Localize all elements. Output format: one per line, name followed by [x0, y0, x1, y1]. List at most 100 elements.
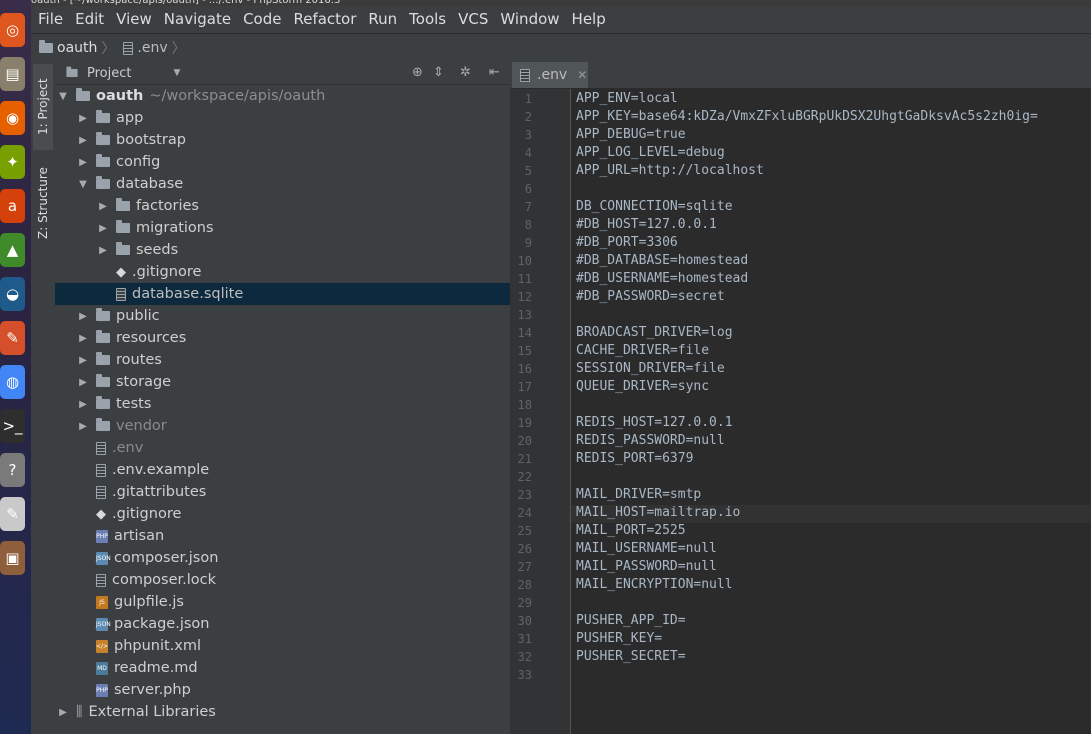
chevron-right-icon[interactable]: ▶	[78, 355, 88, 366]
menu-help[interactable]: Help	[566, 6, 612, 33]
tree-file[interactable]: JSON package.json	[55, 613, 510, 635]
mysql-workbench-icon[interactable]: ◒	[0, 277, 25, 311]
menu-window[interactable]: Window	[494, 6, 565, 33]
menu-run[interactable]: Run	[362, 6, 403, 33]
chevron-down-icon[interactable]: ▼	[78, 179, 88, 190]
tab-project[interactable]: 1: Project	[33, 64, 53, 150]
tree-file[interactable]: ◆ .gitignore	[55, 503, 510, 525]
code-line[interactable]: REDIS_PORT=6379	[576, 451, 693, 466]
chevron-right-icon[interactable]: ▶	[98, 201, 108, 212]
scroll-from-source-icon[interactable]: ⊕	[412, 65, 423, 80]
settings-gear-icon[interactable]: ✲	[460, 65, 471, 80]
tree-folder[interactable]: ▼ database	[55, 173, 510, 195]
tree-file[interactable]: JS gulpfile.js	[55, 591, 510, 613]
tab-structure[interactable]: Z: Structure	[33, 158, 53, 248]
tree-folder[interactable]: ▶ bootstrap	[55, 129, 510, 151]
chevron-right-icon[interactable]: ▶	[78, 399, 88, 410]
tree-file[interactable]: PHP artisan	[55, 525, 510, 547]
code-line[interactable]: APP_KEY=base64:kDZa/VmxZFxluBGRpUkDSX2Uh…	[576, 109, 1038, 124]
menu-view[interactable]: View	[110, 6, 158, 33]
tree-external-libraries[interactable]: ▶ ⫼ External Libraries	[55, 701, 510, 723]
code-line[interactable]: REDIS_PASSWORD=null	[576, 433, 725, 448]
code-line[interactable]: MAIL_DRIVER=smtp	[576, 487, 701, 502]
tree-file[interactable]: database.sqlite	[55, 283, 510, 305]
chevron-right-icon[interactable]: ▶	[78, 311, 88, 322]
chevron-right-icon[interactable]: ▶	[98, 245, 108, 256]
chevron-right-icon[interactable]: ▶	[78, 135, 88, 146]
text-editor-icon[interactable]: ✎	[0, 497, 25, 531]
code-line[interactable]: #DB_USERNAME=homestead	[576, 271, 748, 286]
menu-refactor[interactable]: Refactor	[287, 6, 362, 33]
menu-code[interactable]: Code	[237, 6, 287, 33]
tree-folder[interactable]: ▶ config	[55, 151, 510, 173]
tree-folder[interactable]: ▶ resources	[55, 327, 510, 349]
tree-file[interactable]: .gitattributes	[55, 481, 510, 503]
chevron-right-icon[interactable]: ▶	[78, 113, 88, 124]
code-line[interactable]: BROADCAST_DRIVER=log	[576, 325, 733, 340]
code-line[interactable]: #DB_DATABASE=homestead	[576, 253, 748, 268]
ubuntu-icon[interactable]: ◎	[0, 13, 25, 47]
firefox-icon[interactable]: ◉	[0, 101, 25, 135]
menu-vcs[interactable]: VCS	[452, 6, 494, 33]
tree-file[interactable]: composer.lock	[55, 569, 510, 591]
tree-folder[interactable]: ▶ routes	[55, 349, 510, 371]
menu-edit[interactable]: Edit	[69, 6, 110, 33]
postman-icon[interactable]: ✎	[0, 321, 25, 355]
tree-file[interactable]: JSON composer.json	[55, 547, 510, 569]
code-line[interactable]: APP_LOG_LEVEL=debug	[576, 145, 725, 160]
code-line[interactable]: MAIL_PORT=2525	[576, 523, 686, 538]
breadcrumb-project[interactable]: oauth	[31, 40, 101, 56]
tree-folder[interactable]: ▶ factories	[55, 195, 510, 217]
tree-folder[interactable]: ▶ app	[55, 107, 510, 129]
android-studio-icon[interactable]: ▲	[0, 233, 25, 267]
chevron-right-icon[interactable]: ▶	[78, 421, 88, 432]
code-line[interactable]: CACHE_DRIVER=file	[576, 343, 709, 358]
code-line[interactable]: #DB_PORT=3306	[576, 235, 678, 250]
tree-file[interactable]: ◆ .gitignore	[55, 261, 510, 283]
software-icon[interactable]: a	[0, 189, 25, 223]
tree-folder[interactable]: ▶ public	[55, 305, 510, 327]
chevron-right-icon[interactable]: ▶	[98, 223, 108, 234]
tree-file[interactable]: .env	[55, 437, 510, 459]
tree-folder[interactable]: ▶ tests	[55, 393, 510, 415]
code-line[interactable]: SESSION_DRIVER=file	[576, 361, 725, 376]
project-view-selector[interactable]: Project	[87, 66, 131, 81]
tree-file[interactable]: MD readme.md	[55, 657, 510, 679]
code-line[interactable]: PUSHER_APP_ID=	[576, 613, 686, 628]
code-line[interactable]: DB_CONNECTION=sqlite	[576, 199, 733, 214]
collapse-all-icon[interactable]: ⇕	[433, 65, 444, 80]
chevron-down-icon[interactable]: ▼	[58, 91, 68, 102]
code-line[interactable]: APP_DEBUG=true	[576, 127, 686, 142]
view-dropdown-icon[interactable]: ▼	[173, 68, 180, 78]
code-line[interactable]: #DB_PASSWORD=secret	[576, 289, 725, 304]
code-line[interactable]: #DB_HOST=127.0.0.1	[576, 217, 717, 232]
code-line[interactable]: MAIL_ENCRYPTION=null	[576, 577, 733, 592]
tree-folder[interactable]: ▶ migrations	[55, 217, 510, 239]
code-line[interactable]: MAIL_PASSWORD=null	[576, 559, 717, 574]
tree-file[interactable]: PHP server.php	[55, 679, 510, 701]
chevron-right-icon[interactable]: ▶	[58, 707, 68, 718]
trash-icon[interactable]: ▣	[0, 541, 25, 575]
code-line[interactable]: REDIS_HOST=127.0.0.1	[576, 415, 733, 430]
help-icon[interactable]: ?	[0, 453, 25, 487]
menu-tools[interactable]: Tools	[403, 6, 452, 33]
tree-file[interactable]: </> phpunit.xml	[55, 635, 510, 657]
chrome-icon[interactable]: ◍	[0, 365, 25, 399]
hide-panel-icon[interactable]: ⇤	[489, 65, 500, 80]
code-line[interactable]: PUSHER_KEY=	[576, 631, 662, 646]
chevron-right-icon[interactable]: ▶	[78, 157, 88, 168]
code-line[interactable]: MAIL_USERNAME=null	[576, 541, 717, 556]
code-editor[interactable]: APP_ENV=local APP_KEY=base64:kDZa/VmxZFxl…	[571, 89, 1091, 734]
tree-folder[interactable]: ▶ seeds	[55, 239, 510, 261]
android-icon[interactable]: ✦	[0, 145, 25, 179]
chevron-right-icon[interactable]: ▶	[78, 377, 88, 388]
code-line[interactable]: APP_ENV=local	[576, 91, 678, 106]
files-icon[interactable]: ▤	[0, 57, 25, 91]
terminal-icon[interactable]: >_	[0, 409, 25, 443]
code-line[interactable]: PUSHER_SECRET=	[576, 649, 686, 664]
code-line[interactable]: QUEUE_DRIVER=sync	[576, 379, 709, 394]
tree-root[interactable]: ▼ oauth ~/workspace/apis/oauth	[55, 85, 510, 107]
tree-file[interactable]: .env.example	[55, 459, 510, 481]
tree-folder[interactable]: ▶ vendor	[55, 415, 510, 437]
tree-folder[interactable]: ▶ storage	[55, 371, 510, 393]
